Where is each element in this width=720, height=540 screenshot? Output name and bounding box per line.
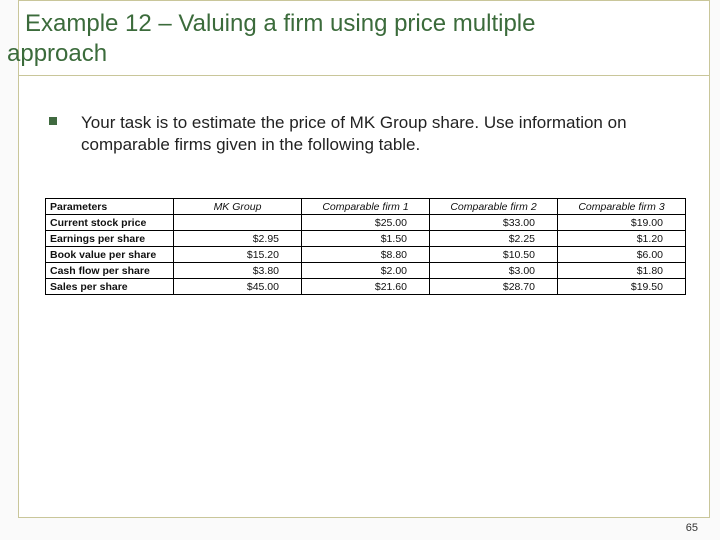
row-label: Sales per share bbox=[46, 279, 174, 295]
cell bbox=[174, 215, 302, 231]
cell: $33.00 bbox=[430, 215, 558, 231]
cell: $19.50 bbox=[558, 279, 686, 295]
table-row: Current stock price $25.00 $33.00 $19.00 bbox=[46, 215, 686, 231]
page-number: 65 bbox=[686, 522, 698, 534]
table-row: Book value per share $15.20 $8.80 $10.50… bbox=[46, 247, 686, 263]
col-header-mk: MK Group bbox=[174, 199, 302, 215]
cell: $28.70 bbox=[430, 279, 558, 295]
title-line-2: approach bbox=[7, 39, 709, 69]
cell: $6.00 bbox=[558, 247, 686, 263]
cell: $1.50 bbox=[302, 231, 430, 247]
col-header-parameters: Parameters bbox=[46, 199, 174, 215]
title-line-1: Example 12 – Valuing a firm using price … bbox=[25, 9, 709, 39]
cell: $10.50 bbox=[430, 247, 558, 263]
cell: $19.00 bbox=[558, 215, 686, 231]
cell: $15.20 bbox=[174, 247, 302, 263]
row-label: Book value per share bbox=[46, 247, 174, 263]
square-bullet-icon bbox=[49, 117, 57, 125]
cell: $3.00 bbox=[430, 263, 558, 279]
cell: $8.80 bbox=[302, 247, 430, 263]
cell: $1.20 bbox=[558, 231, 686, 247]
bullet-text: Your task is to estimate the price of MK… bbox=[81, 112, 685, 156]
cell: $45.00 bbox=[174, 279, 302, 295]
row-label: Earnings per share bbox=[46, 231, 174, 247]
row-label: Cash flow per share bbox=[46, 263, 174, 279]
col-header-comp3: Comparable firm 3 bbox=[558, 199, 686, 215]
table-header-row: Parameters MK Group Comparable firm 1 Co… bbox=[46, 199, 686, 215]
slide-frame: Example 12 – Valuing a firm using price … bbox=[18, 0, 710, 518]
cell: $1.80 bbox=[558, 263, 686, 279]
slide-title: Example 12 – Valuing a firm using price … bbox=[19, 1, 709, 76]
table-row: Earnings per share $2.95 $1.50 $2.25 $1.… bbox=[46, 231, 686, 247]
comparables-table-wrap: Parameters MK Group Comparable firm 1 Co… bbox=[45, 198, 685, 295]
slide-body: Your task is to estimate the price of MK… bbox=[19, 76, 709, 295]
cell: $3.80 bbox=[174, 263, 302, 279]
row-label: Current stock price bbox=[46, 215, 174, 231]
bullet-item: Your task is to estimate the price of MK… bbox=[49, 112, 685, 156]
cell: $2.00 bbox=[302, 263, 430, 279]
cell: $2.25 bbox=[430, 231, 558, 247]
col-header-comp2: Comparable firm 2 bbox=[430, 199, 558, 215]
table-row: Cash flow per share $3.80 $2.00 $3.00 $1… bbox=[46, 263, 686, 279]
table-row: Sales per share $45.00 $21.60 $28.70 $19… bbox=[46, 279, 686, 295]
cell: $2.95 bbox=[174, 231, 302, 247]
cell: $21.60 bbox=[302, 279, 430, 295]
col-header-comp1: Comparable firm 1 bbox=[302, 199, 430, 215]
cell: $25.00 bbox=[302, 215, 430, 231]
comparables-table: Parameters MK Group Comparable firm 1 Co… bbox=[45, 198, 686, 295]
